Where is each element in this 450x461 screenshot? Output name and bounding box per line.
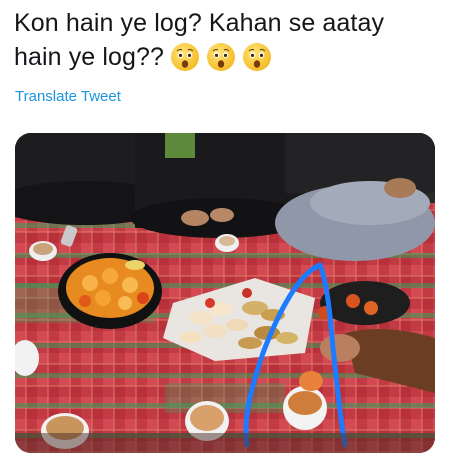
astonished-face-emoji-icon — [171, 43, 200, 71]
astonished-face-emoji-icon — [207, 43, 236, 71]
translate-tweet-link[interactable]: Translate Tweet — [15, 88, 121, 106]
tweet-text-line-1: Kon hain ye log? Kahan se aatay — [14, 9, 385, 37]
tweet-text-line-2: hain ye log?? — [14, 43, 165, 71]
emoji-group — [170, 42, 272, 72]
orange-slices-plate — [58, 253, 162, 329]
tweet: Kon hain ye log? Kahan se aatay hain ye … — [0, 0, 450, 461]
tweet-text: Kon hain ye log? Kahan se aatay hain ye … — [14, 6, 434, 74]
tweet-photo[interactable] — [15, 133, 435, 453]
photo-picnic-scene — [15, 133, 435, 453]
astonished-face-emoji-icon — [243, 43, 272, 71]
